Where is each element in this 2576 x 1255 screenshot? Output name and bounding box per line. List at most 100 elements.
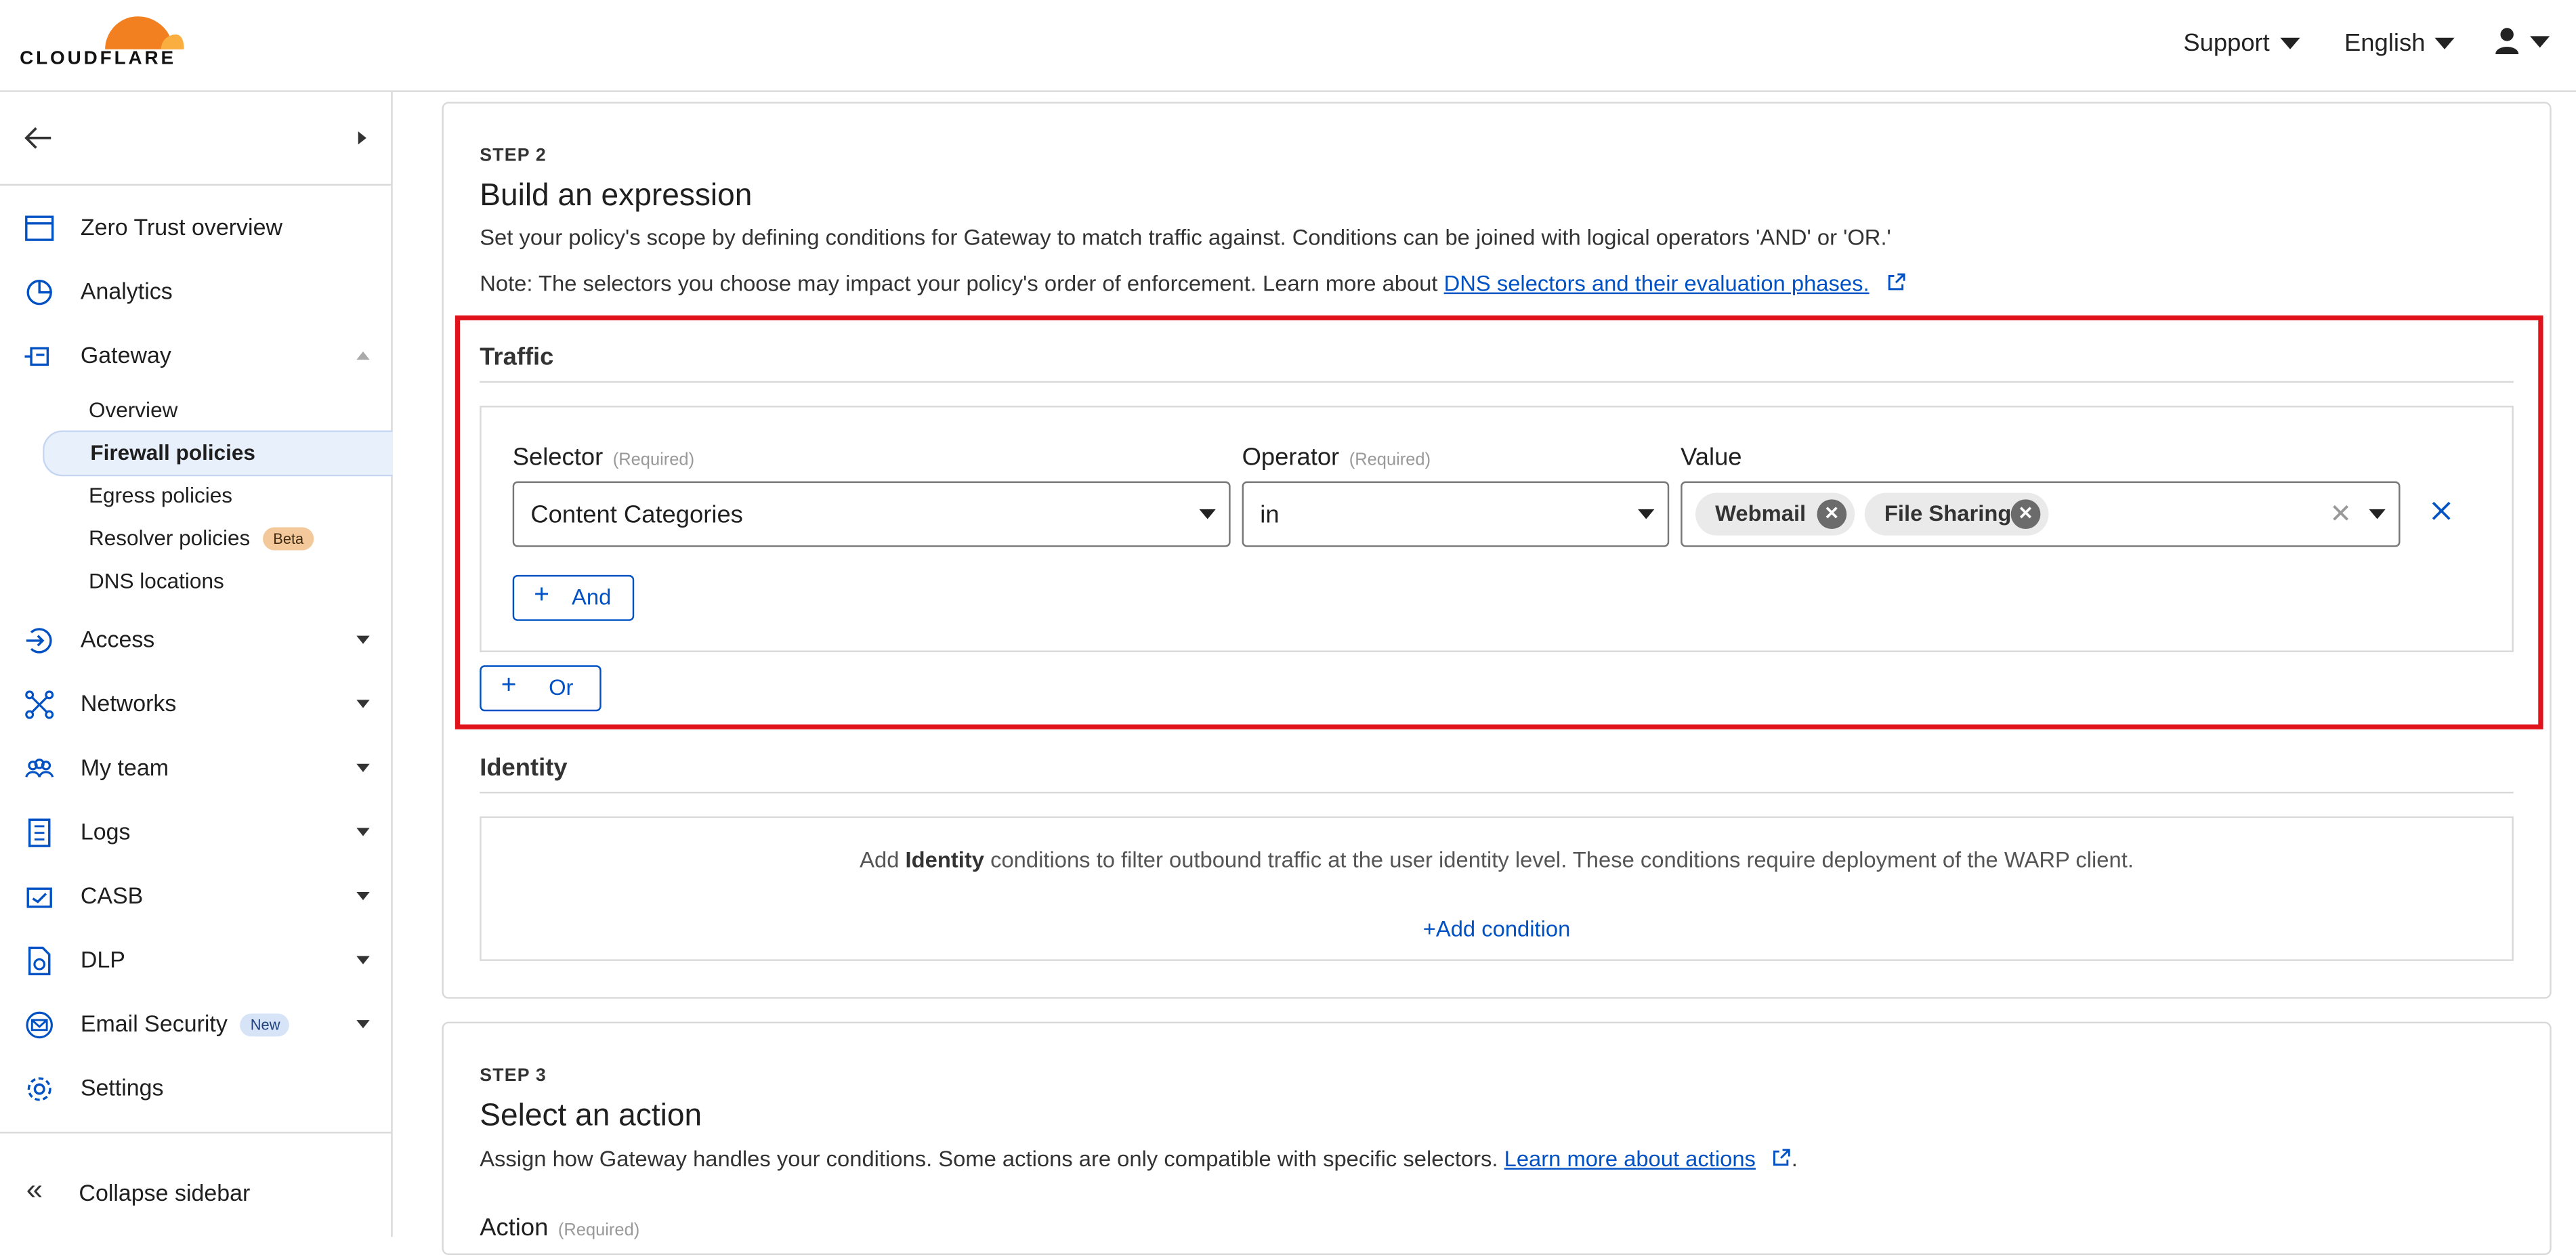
sidebar-item-label: Gateway	[80, 341, 171, 368]
note-text: Note: The selectors you choose may impac…	[480, 271, 1444, 296]
or-button[interactable]: + Or	[480, 665, 601, 712]
chevron-down-icon	[2434, 37, 2455, 49]
expand-arrow-icon[interactable]	[358, 131, 366, 145]
sidebar-subitem-egress-policies[interactable]: Egress policies	[43, 475, 391, 517]
browser-window-icon	[25, 215, 54, 241]
external-link-icon[interactable]	[1772, 1148, 1792, 1168]
sidebar-item-label: CASB	[80, 882, 144, 909]
sidebar-item-label: Access	[80, 626, 155, 652]
chevron-down-icon	[356, 700, 370, 708]
support-menu[interactable]: Support	[2183, 30, 2300, 58]
sidebar-subitem-resolver-policies[interactable]: Resolver policies Beta	[43, 517, 391, 560]
sidebar-item-gateway[interactable]: Gateway	[0, 332, 391, 381]
sidebar-subitem-label: Egress policies	[88, 483, 233, 508]
identity-text-prefix: Add	[860, 847, 906, 872]
remove-chip-icon[interactable]: ✕	[2010, 499, 2041, 529]
value-label: Value	[1681, 443, 1742, 472]
and-button[interactable]: + And	[512, 574, 635, 621]
user-menu[interactable]	[2494, 26, 2550, 56]
step-label: STEP 2	[480, 146, 547, 166]
network-icon	[25, 690, 54, 719]
sidebar-item-casb[interactable]: CASB	[0, 872, 391, 922]
traffic-title: Traffic	[480, 343, 554, 372]
sidebar-item-label: Logs	[80, 817, 131, 845]
and-button-label: And	[572, 584, 612, 610]
access-icon	[26, 628, 52, 654]
sidebar-item-label: Email Security	[80, 1010, 228, 1037]
selector-dropdown[interactable]: Content Categories	[512, 481, 1231, 547]
value-chip-file-sharing: File Sharing ✕	[1864, 492, 2049, 536]
traffic-divider	[480, 381, 2514, 383]
sidebar-item-networks[interactable]: Networks	[0, 680, 391, 729]
sidebar-subitem-overview[interactable]: Overview	[43, 389, 391, 432]
identity-help-text: Add Identity conditions to filter outbou…	[482, 848, 2512, 872]
chip-label: File Sharing	[1884, 501, 2012, 526]
value-multiselect[interactable]: Webmail ✕ File Sharing ✕ ✕	[1681, 481, 2401, 547]
add-condition-link[interactable]: +Add condition	[482, 916, 2512, 941]
step-description: Set your policy's scope by defining cond…	[480, 225, 1891, 250]
external-link-icon[interactable]	[1885, 273, 1905, 293]
remove-condition-icon[interactable]	[2430, 499, 2453, 522]
language-menu[interactable]: English	[2344, 30, 2455, 58]
plus-icon: +	[501, 671, 517, 700]
sidebar-item-analytics[interactable]: Analytics	[0, 268, 391, 317]
clear-all-icon[interactable]: ✕	[2329, 498, 2352, 531]
logs-icon	[28, 818, 51, 847]
sidebar-item-settings[interactable]: Settings	[0, 1065, 391, 1114]
dns-selectors-link[interactable]: DNS selectors and their evaluation phase…	[1444, 271, 1870, 295]
beta-badge: Beta	[263, 527, 314, 551]
or-button-label: Or	[549, 675, 574, 700]
section-heading: Build an expression	[480, 179, 753, 214]
sidebar-item-access[interactable]: Access	[0, 616, 391, 666]
required-hint: (Required)	[612, 450, 695, 470]
sidebar-item-label: My team	[80, 754, 169, 781]
operator-dropdown[interactable]: in	[1242, 481, 1670, 547]
team-icon	[25, 759, 54, 778]
sidebar-item-label: DLP	[80, 946, 125, 973]
chevron-down-icon	[356, 891, 370, 901]
new-badge: New	[240, 1013, 291, 1037]
sidebar-item-zero-trust-overview[interactable]: Zero Trust overview	[0, 204, 391, 253]
sidebar-item-dlp[interactable]: DLP	[0, 936, 391, 985]
identity-divider	[480, 792, 2514, 794]
plus-icon: +	[534, 581, 549, 610]
chevron-down-icon	[2279, 37, 2300, 49]
step-note: Note: The selectors you choose may impac…	[480, 271, 1905, 296]
chevron-down-icon	[1638, 509, 1655, 519]
sidebar-item-my-team[interactable]: My team	[0, 744, 391, 794]
identity-text-suffix: conditions to filter outbound traffic at…	[984, 847, 2134, 872]
action-description: Assign how Gateway handles your conditio…	[480, 1146, 1504, 1172]
top-header: CLOUDFLARE Support English	[0, 0, 2576, 92]
step2-card: STEP 2 Build an expression Set your poli…	[442, 102, 2552, 999]
sidebar-subitem-label: Resolver policies	[88, 526, 251, 551]
back-arrow-icon[interactable]	[23, 125, 53, 151]
sidebar-subitem-label: DNS locations	[88, 568, 224, 593]
chevron-down-icon	[356, 828, 370, 836]
step3-card: STEP 3 Select an action Assign how Gatew…	[442, 1021, 2552, 1255]
chevron-down-icon	[356, 1020, 370, 1029]
sidebar-top-bar	[0, 92, 392, 186]
gateway-icon	[24, 347, 49, 366]
collapse-sidebar-button[interactable]: « Collapse sidebar	[0, 1170, 391, 1219]
identity-condition-box: Add Identity conditions to filter outbou…	[480, 816, 2514, 961]
learn-more-actions-link[interactable]: Learn more about actions	[1504, 1147, 1756, 1171]
double-chevron-left-icon: «	[26, 1172, 43, 1206]
remove-chip-icon[interactable]: ✕	[1817, 499, 1847, 529]
sidebar-item-email-security[interactable]: Email Security New	[0, 1000, 391, 1050]
cloudflare-logo[interactable]: CLOUDFLARE	[20, 10, 184, 72]
sidebar-subitem-label: Overview	[88, 397, 178, 423]
traffic-condition-group: Selector (Required) Content Categories Op…	[480, 406, 2514, 652]
plus-icon: +	[1422, 916, 1436, 941]
sidebar-item-logs[interactable]: Logs	[0, 808, 391, 857]
sidebar: Zero Trust overview Analytics Gateway Ov…	[0, 91, 393, 1237]
sidebar-subitem-dns-locations[interactable]: DNS locations	[43, 560, 391, 603]
step-description: Assign how Gateway handles your conditio…	[480, 1146, 1798, 1172]
operator-label: Operator (Required)	[1242, 444, 1431, 471]
chevron-up-icon	[356, 352, 370, 360]
email-security-icon	[26, 1011, 53, 1039]
sidebar-subitem-label: Firewall policies	[90, 440, 255, 465]
gear-icon	[27, 1077, 51, 1101]
sidebar-subitem-firewall-policies[interactable]: Firewall policies	[43, 430, 393, 477]
pie-chart-icon	[26, 280, 52, 305]
action-label-text: Action	[480, 1214, 549, 1242]
